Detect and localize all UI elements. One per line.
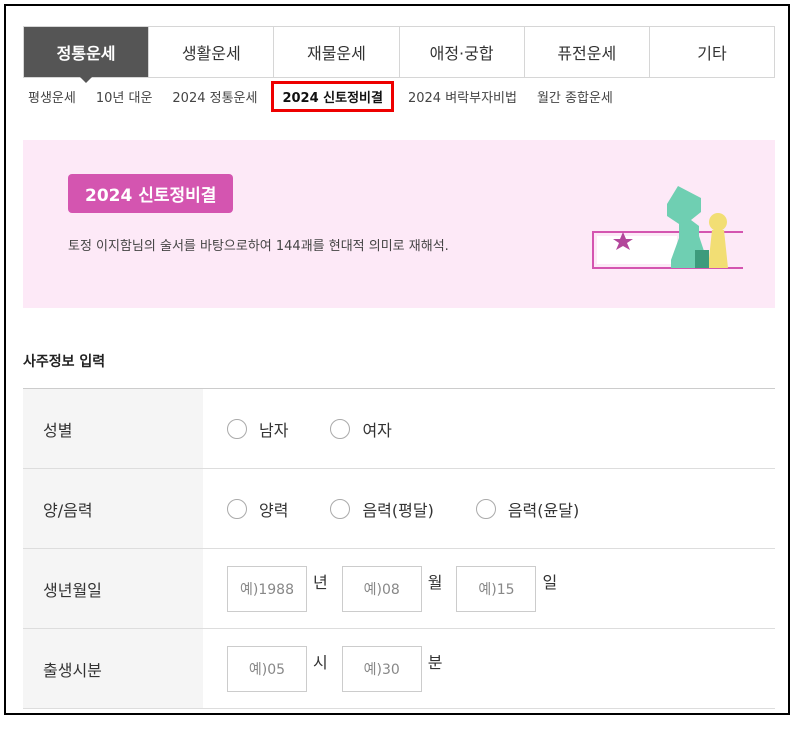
birth-year-input[interactable]: 예)1988 [227, 565, 307, 612]
calendar-row: 양/음력 양력 음력(평달) 음력(윤달) [23, 469, 775, 549]
birthdate-label: 생년월일 [23, 549, 203, 628]
radio-label: 여자 [362, 420, 392, 440]
saju-info-form: 성별 남자 여자 양/음력 양력 음력(평달) 음력(윤달) 생년월일 예)19… [23, 388, 775, 709]
tab-fusion[interactable]: 퓨전운세 [523, 27, 649, 77]
birth-minute-input[interactable]: 예)30 [341, 645, 422, 692]
radio-lunar-leap[interactable]: 음력(윤달) [475, 497, 580, 521]
tab-love[interactable]: 애정·궁합 [398, 27, 524, 77]
radio-female[interactable]: 여자 [330, 417, 392, 441]
radio-circle-icon [227, 418, 247, 439]
radio-solar[interactable]: 양력 [227, 497, 288, 521]
banner-title: 2024 신토정비결 [68, 174, 234, 213]
gender-label: 성별 [23, 389, 203, 468]
gender-row: 성별 남자 여자 [23, 389, 775, 469]
tab-traditional[interactable]: 정통운세 [24, 27, 149, 77]
birthtime-row: 출생시분 예)05 시 예)30 분 [23, 629, 775, 709]
chess-piece-icon [592, 186, 743, 269]
birth-month-input[interactable]: 예)08 [341, 565, 422, 612]
subnav-2024-traditional[interactable]: 2024 정통운세 [172, 87, 257, 106]
radio-label: 음력(윤달) [507, 500, 580, 520]
radio-circle-icon [475, 498, 496, 519]
birthtime-label: 출생시분 [23, 629, 203, 708]
radio-circle-icon [330, 498, 351, 519]
subnav-lifetime[interactable]: 평생운세 [28, 87, 76, 106]
radio-male[interactable]: 남자 [227, 417, 288, 441]
service-banner: 2024 신토정비결 토정 이지함님의 술서를 바탕으로하여 144괘를 현대적… [23, 140, 775, 308]
subnav-10year[interactable]: 10년 대운 [96, 87, 153, 106]
tab-life[interactable]: 생활운세 [148, 27, 273, 77]
tab-etc[interactable]: 기타 [648, 27, 774, 77]
year-unit: 년 [313, 572, 328, 592]
birth-day-input[interactable]: 예)15 [456, 565, 537, 612]
subnav-2024-rich[interactable]: 2024 벼락부자비법 [408, 87, 517, 106]
radio-label: 남자 [259, 420, 289, 440]
month-unit: 월 [427, 572, 443, 592]
section-title: 사주정보 입력 [23, 354, 106, 370]
calendar-label: 양/음력 [23, 469, 203, 548]
hour-unit: 시 [313, 652, 328, 672]
subnav-monthly[interactable]: 월간 종합운세 [537, 87, 613, 106]
radio-circle-icon [330, 418, 351, 439]
sub-navigation: 평생운세 10년 대운 2024 정통운세 2024 신토정비결 2024 벼락… [23, 78, 775, 114]
banner-description: 토정 이지함님의 술서를 바탕으로하여 144괘를 현대적 의미로 재해석. [68, 239, 449, 254]
radio-lunar-normal[interactable]: 음력(평달) [330, 497, 434, 521]
radio-label: 음력(평달) [362, 500, 434, 520]
tab-wealth[interactable]: 재물운세 [273, 27, 398, 77]
birthdate-row: 생년월일 예)1988 년 예)08 월 예)15 일 [23, 549, 775, 629]
birth-hour-input[interactable]: 예)05 [227, 645, 307, 692]
day-unit: 일 [542, 572, 558, 592]
category-tabs: 정통운세 생활운세 재물운세 애정·궁합 퓨전운세 기타 [23, 26, 775, 78]
subnav-2024-tojeong[interactable]: 2024 신토정비결 [271, 80, 394, 112]
radio-label: 양력 [259, 500, 289, 520]
minute-unit: 분 [427, 652, 443, 672]
radio-circle-icon [227, 498, 247, 519]
page-frame: 정통운세 생활운세 재물운세 애정·궁합 퓨전운세 기타 평생운세 10년 대운… [4, 4, 790, 715]
